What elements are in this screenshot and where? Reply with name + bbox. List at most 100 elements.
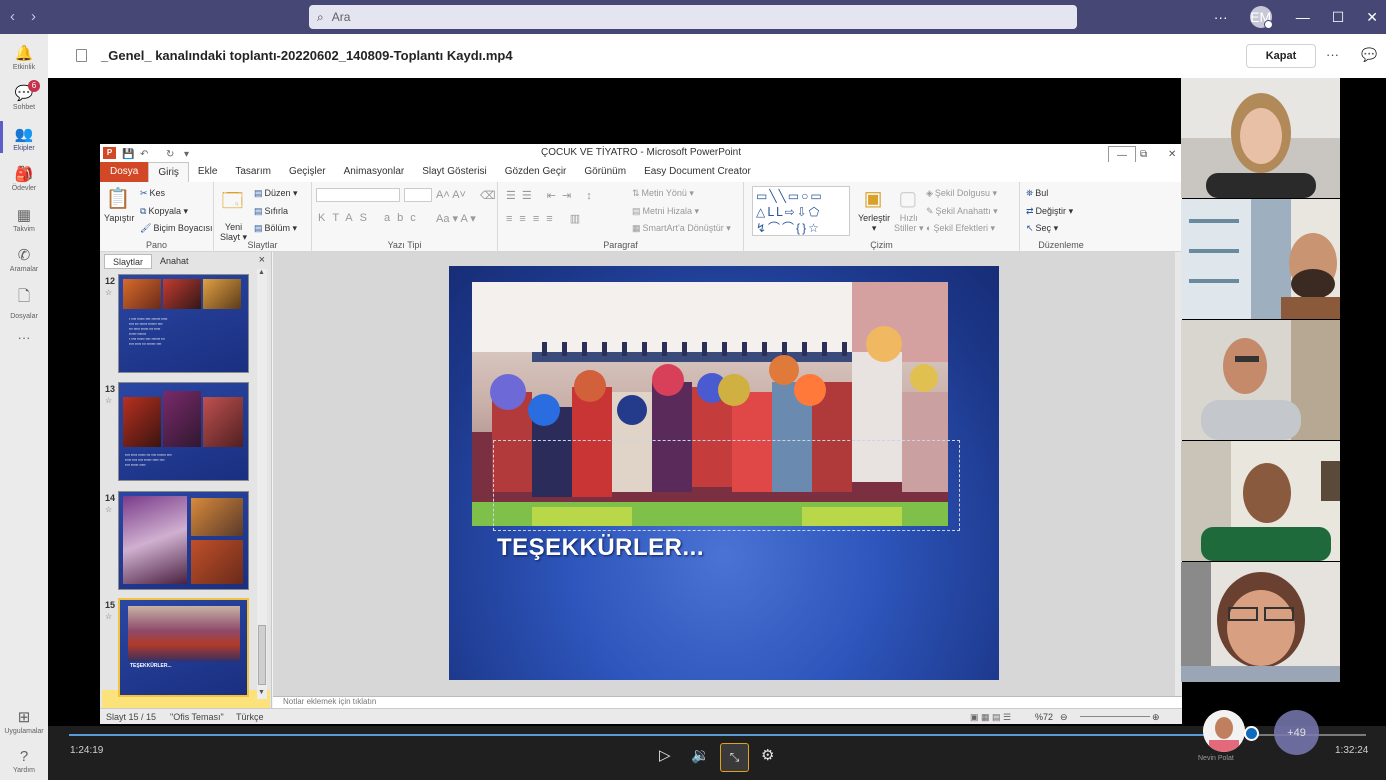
participant-video[interactable] (1181, 199, 1340, 319)
new-slide-button: 🗔 Yeni Slayt ▾ (220, 186, 247, 243)
list-buttons: ☰☰ ⇤⇥ ↕ (506, 190, 598, 202)
format-painter-button: 🖌 Biçim Boyacısı (140, 223, 213, 233)
layout-button: ▤ Düzen ▾ (254, 188, 298, 198)
maximize-icon[interactable]: ☐ (1332, 9, 1345, 26)
participant-video[interactable] (1181, 562, 1340, 682)
new-slide-icon: 🗔 (221, 190, 244, 212)
group-editing: ⛯ Bul ⇄ Değiştir ▾ ↖ Seç ▾ Düzenleme (1020, 182, 1102, 252)
transition-star-icon: ☆ (105, 288, 113, 297)
slide-number: 15 (105, 600, 116, 610)
play-icon[interactable]: ▷ (659, 746, 671, 764)
tab-transitions: Geçişler (288, 166, 326, 177)
font-family-select (316, 188, 400, 202)
forward-arrow-icon[interactable]: › (31, 8, 36, 25)
slide-number: 12 (105, 276, 116, 286)
participant-video-image (1181, 320, 1340, 440)
group-label: Pano (145, 240, 168, 250)
teams-icon: 👥 (14, 126, 34, 143)
files-icon: 🗋 (17, 288, 31, 305)
smartart-button: ▦ SmartArt'a Dönüştür ▾ (632, 223, 731, 233)
slide-number: 13 (105, 384, 116, 394)
group-label: Çizim (870, 240, 893, 250)
app-rail: 🔔 Etkinlik 💬 6 Sohbet 👥 Ekipler 🎒 Ödevle… (0, 34, 48, 780)
rail-more-icon[interactable]: ··· (0, 330, 48, 345)
arrange-button: ▣ Yerleştir ▾ (858, 188, 891, 233)
settings-gear-icon[interactable]: ⚙ (761, 746, 774, 764)
section-icon: ▤ (254, 223, 263, 233)
layout-icon: ▤ (254, 188, 263, 198)
file-title: _Genel_ kanalındaki toplantı-20220602_14… (101, 48, 513, 63)
rail-item-apps[interactable]: ⊞ Uygulamalar (0, 708, 48, 735)
panel-close-icon: × (258, 254, 265, 266)
tab-view: Görünüm (584, 166, 627, 177)
rail-item-activity[interactable]: 🔔 Etkinlik (0, 44, 48, 71)
text-direction-button: ⇅ Metin Yönü ▾ (632, 188, 694, 198)
participant-video-image (1181, 78, 1340, 198)
rail-item-chat[interactable]: 💬 6 Sohbet (0, 80, 48, 111)
shape-fill-button: ◈ Şekil Dolgusu ▾ (926, 188, 997, 198)
participant-video[interactable] (1181, 441, 1340, 561)
smartart-icon: ▦ (632, 223, 641, 233)
rail-item-calls[interactable]: ✆ Aramalar (0, 246, 48, 273)
minimize-icon[interactable]: — (1296, 9, 1310, 25)
paste-icon: 📋 (105, 188, 131, 210)
text-direction-icon: ⇅ (632, 188, 640, 198)
bell-icon: 🔔 (14, 45, 34, 62)
outline-icon: ✎ (926, 206, 934, 216)
rail-label: Takvim (13, 226, 35, 233)
rail-label: Dosyalar (10, 313, 38, 320)
tab-animations: Animasyonlar (343, 166, 405, 177)
search-icon: ⌕ (317, 9, 324, 24)
fill-icon: ◈ (926, 188, 933, 198)
exit-fullscreen-icon[interactable]: ⤡ (720, 743, 749, 772)
quick-styles-button: ▢ Hızlı Stiller ▾ (894, 188, 924, 233)
slide-thumbnail-14 (118, 491, 249, 590)
more-options-icon[interactable]: ··· (1326, 47, 1339, 62)
rail-item-files[interactable]: 🗋 Dosyalar (0, 286, 48, 320)
transition-star-icon: ☆ (105, 505, 113, 514)
seek-handle[interactable] (1244, 726, 1259, 741)
participant-videos (1181, 78, 1340, 683)
close-icon[interactable]: ✕ (1366, 9, 1378, 26)
group-label: Paragraf (603, 240, 638, 250)
back-arrow-icon[interactable]: ‹ (10, 8, 15, 25)
zoom-out-icon: ⊖ (1060, 712, 1068, 722)
current-slide: TEŞEKKÜRLER... (449, 266, 999, 680)
participant-video[interactable] (1181, 320, 1340, 440)
slide-counter: Slayt 15 / 15 (106, 712, 157, 722)
slides-panel: Slaytlar Anahat × 12 ☆ ▪ ▪▪▪▪ ▪▪▪▪▪▪ ▪▪▪… (100, 252, 272, 724)
rail-item-assignments[interactable]: 🎒 Ödevler (0, 165, 48, 192)
close-button[interactable]: Kapat (1246, 44, 1316, 68)
slide-canvas-area: TEŞEKKÜRLER... (273, 252, 1182, 696)
participant-video[interactable] (1181, 78, 1340, 198)
video-stage[interactable]: P 💾 ↶ ↻ ▾ ÇOCUK VE TİYATRO - Microsoft P… (48, 78, 1386, 726)
volume-icon[interactable]: 🔉 (691, 746, 710, 764)
more-participants-badge[interactable]: +49 (1274, 710, 1319, 755)
shapes-gallery: ▭╲╲▭○▭ △ᒪᒪ⇨⇩⬠ ↯⌒⌒{}☆ (752, 186, 850, 236)
title-bar: ‹ › ⌕ Ara ··· EM — ☐ ✕ (0, 0, 1386, 34)
assignments-icon: 🎒 (14, 166, 34, 183)
seek-bar[interactable] (69, 734, 1366, 736)
group-slides: 🗔 Yeni Slayt ▾ ▤ Düzen ▾ ▤ Sıfırla ▤ Bölüm ▾ … (214, 182, 312, 252)
group-label: Düzenleme (1038, 240, 1084, 250)
avatar[interactable]: EM (1249, 6, 1273, 29)
group-label: Yazı Tipi (387, 240, 422, 250)
more-options-icon[interactable]: ··· (1214, 9, 1228, 25)
participant-avatar[interactable] (1203, 710, 1245, 752)
align-text-button: ▤ Metni Hizala ▾ (632, 206, 700, 216)
section-button: ▤ Bölüm ▾ (254, 223, 298, 233)
search-input[interactable]: ⌕ Ara (309, 5, 1077, 29)
rail-item-help[interactable]: ? Yardım (0, 748, 48, 774)
placeholder-outline (493, 440, 960, 531)
replace-button: ⇄ Değiştir ▾ (1026, 206, 1074, 216)
rail-item-teams[interactable]: 👥 Ekipler (0, 121, 48, 153)
file-header: _Genel_ kanalındaki toplantı-20220602_14… (48, 34, 1386, 78)
shared-powerpoint-window: P 💾 ↶ ↻ ▾ ÇOCUK VE TİYATRO - Microsoft P… (100, 144, 1182, 724)
tab-home: Giriş (148, 161, 189, 183)
find-button: ⛯ Bul (1026, 188, 1049, 198)
tab-insert: Ekle (197, 166, 218, 177)
reset-icon: ▤ (254, 206, 263, 216)
chat-icon[interactable]: 💬 (1361, 47, 1377, 63)
group-paragraph: ☰☰ ⇤⇥ ↕ ≡≡≡≡ ▥ ⇅ Metin Yönü ▾ ▤ Metni Hiza… (498, 182, 744, 252)
rail-item-calendar[interactable]: ▦ Takvim (0, 206, 48, 233)
